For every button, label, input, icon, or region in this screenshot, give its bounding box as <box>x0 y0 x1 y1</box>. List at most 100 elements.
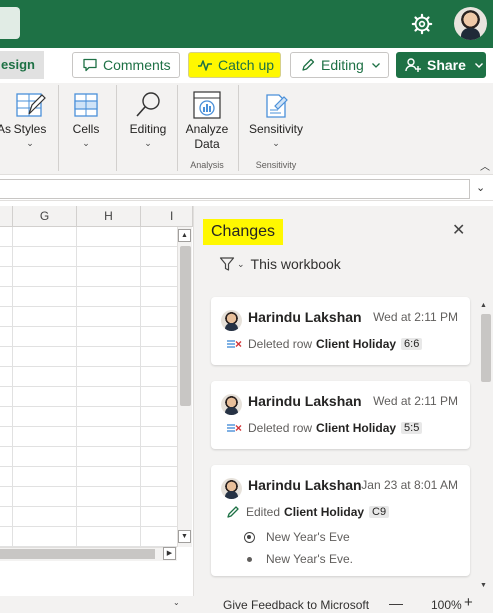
column-header-h[interactable]: H <box>77 206 141 227</box>
sheet-name: Client Holiday <box>284 505 365 519</box>
cell-reference[interactable]: 6:6 <box>401 338 423 350</box>
gear-icon[interactable] <box>411 13 433 35</box>
column-header-partial[interactable] <box>0 206 13 227</box>
spreadsheet-grid: G H I ▲ ▼ ▶ <box>0 206 193 561</box>
vertical-scroll-thumb[interactable] <box>180 246 191 406</box>
zoom-in-button[interactable]: + <box>464 594 473 611</box>
comment-icon <box>83 58 97 72</box>
collapse-ribbon-icon[interactable]: ︿ <box>480 158 490 173</box>
feedback-link[interactable]: Give Feedback to Microsoft <box>223 598 369 612</box>
action-text: Deleted row <box>248 337 313 351</box>
styles-button[interactable]: Styles ⌄ <box>11 83 49 175</box>
catch-up-label: Catch up <box>218 57 275 73</box>
new-value-row: New Year's Eve <box>244 530 350 544</box>
editing-group-button[interactable]: Editing ⌄ <box>126 83 170 175</box>
zoom-level[interactable]: 100% <box>431 598 462 612</box>
ribbon-tab-row: esign Comments Catch up Editing Share <box>0 48 493 83</box>
ribbon: As Styles ⌄ Cells ⌄ Editing ⌄ Analyze Da… <box>0 83 493 175</box>
formula-input[interactable] <box>0 179 470 199</box>
column-header-g[interactable]: G <box>13 206 77 227</box>
pane-scroll-thumb[interactable] <box>481 314 491 382</box>
pane-scroll-up-icon[interactable]: ▲ <box>480 302 487 309</box>
change-action: Edited Client Holiday C9 <box>226 505 390 519</box>
change-card[interactable]: Harindu Lakshan Wed at 2:11 PM Deleted r… <box>211 381 470 449</box>
share-label: Share <box>427 57 466 73</box>
change-card[interactable]: Harindu Lakshan Jan 23 at 8:01 AM Edited… <box>211 465 470 576</box>
sensitivity-icon <box>266 94 288 118</box>
old-value-marker-icon <box>247 556 252 562</box>
title-bar <box>0 0 493 48</box>
styles-label: Styles <box>13 122 47 136</box>
chevron-down-icon: ⌄ <box>272 138 280 148</box>
chevron-down-icon: ⌄ <box>82 138 90 148</box>
old-value-row: New Year's Eve. <box>244 552 353 566</box>
chevron-down-icon[interactable]: ⌄ <box>173 598 180 607</box>
change-action: Deleted row Client Holiday 5:5 <box>226 421 423 435</box>
chevron-down-icon <box>474 63 483 68</box>
cells-label: Cells <box>72 122 100 136</box>
tab-design[interactable]: esign <box>0 51 44 79</box>
changes-pane: Changes ✕ ⌄ This workbook Harindu Laksha… <box>193 206 493 596</box>
format-as-label: As <box>0 122 12 136</box>
delete-row-icon <box>227 424 242 432</box>
avatar <box>221 310 242 331</box>
chevron-down-icon: ⌄ <box>144 138 152 148</box>
sheet-name: Client Holiday <box>316 421 397 435</box>
change-user: Harindu Lakshan <box>248 477 362 493</box>
styles-icon <box>16 93 46 117</box>
filter-icon <box>219 257 235 271</box>
pane-title: Changes <box>203 219 284 245</box>
catch-up-button[interactable]: Catch up <box>188 52 281 78</box>
scroll-up-icon[interactable]: ▲ <box>178 229 191 242</box>
editing-mode-label: Editing <box>321 57 364 73</box>
cells-icon <box>74 93 98 117</box>
change-time: Wed at 2:11 PM <box>373 394 458 408</box>
close-icon[interactable]: ✕ <box>452 220 465 240</box>
data-label: Data <box>194 137 220 151</box>
search-box-edge[interactable] <box>0 7 20 39</box>
status-bar: ⌄ Give Feedback to Microsoft — 100% + <box>0 594 493 613</box>
editing-mode-button[interactable]: Editing <box>290 52 389 78</box>
share-button[interactable]: Share <box>396 52 486 78</box>
chevron-down-icon: ⌄ <box>26 138 34 148</box>
avatar <box>221 478 242 499</box>
cell-reference[interactable]: C9 <box>369 506 390 518</box>
comments-button[interactable]: Comments <box>72 52 180 78</box>
sensitivity-group-caption: Sensitivity <box>255 160 297 170</box>
change-time: Wed at 2:11 PM <box>373 310 458 324</box>
formula-bar: ⌄ <box>0 177 493 201</box>
action-text: Deleted row <box>248 421 313 435</box>
edit-pencil-icon <box>227 506 239 518</box>
sheet-name: Client Holiday <box>316 337 397 351</box>
chevron-down-icon: ⌄ <box>237 258 245 269</box>
expand-formula-icon[interactable]: ⌄ <box>476 181 485 194</box>
sensitivity-label: Sensitivity <box>248 122 304 136</box>
comments-label: Comments <box>103 57 171 73</box>
new-value: New Year's Eve <box>266 530 350 544</box>
old-value: New Year's Eve. <box>266 552 354 566</box>
zoom-out-button[interactable]: — <box>389 595 403 611</box>
analyze-data-icon <box>193 91 221 119</box>
format-as-table-group[interactable]: As <box>0 83 12 175</box>
delete-row-icon <box>227 340 242 348</box>
avatar <box>221 394 242 415</box>
new-value-marker-icon <box>244 531 255 543</box>
analysis-group-caption: Analysis <box>190 160 224 170</box>
change-time: Jan 23 at 8:01 AM <box>361 478 458 492</box>
cell-area[interactable] <box>0 227 177 547</box>
cells-button[interactable]: Cells ⌄ <box>68 83 104 175</box>
find-icon <box>136 92 160 117</box>
change-action: Deleted row Client Holiday 6:6 <box>226 337 423 351</box>
horizontal-scroll-thumb[interactable] <box>0 549 155 559</box>
change-user: Harindu Lakshan <box>248 393 362 409</box>
filter-dropdown[interactable]: ⌄ This workbook <box>219 256 341 272</box>
scroll-right-icon[interactable]: ▶ <box>163 547 176 560</box>
column-header-i[interactable]: I <box>141 206 193 227</box>
scroll-down-icon[interactable]: ▼ <box>178 530 191 543</box>
action-text: Edited <box>246 505 281 519</box>
analyze-label: Analyze <box>185 122 229 136</box>
cell-reference[interactable]: 5:5 <box>401 422 423 434</box>
pane-scroll-down-icon[interactable]: ▼ <box>480 582 487 589</box>
avatar[interactable] <box>454 7 487 40</box>
change-card[interactable]: Harindu Lakshan Wed at 2:11 PM Deleted r… <box>211 297 470 365</box>
